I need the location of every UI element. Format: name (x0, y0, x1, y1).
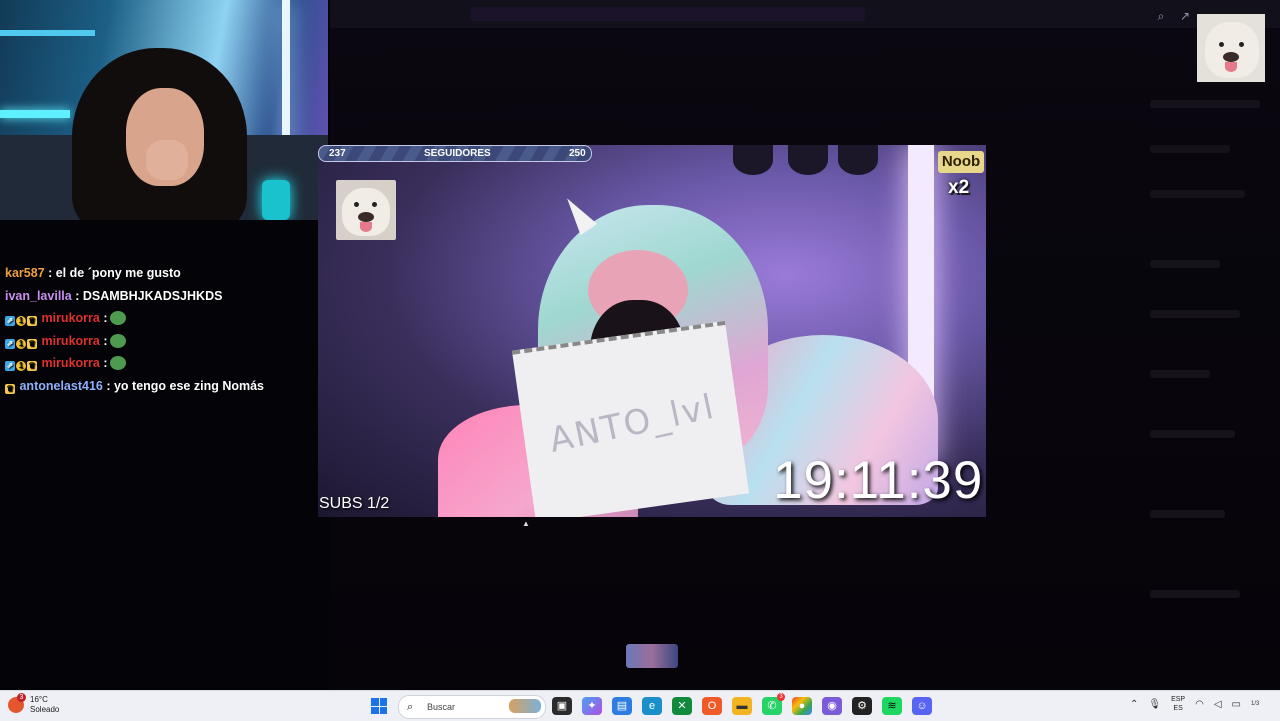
chat-message: kar587 : el de ´pony me gusto (5, 266, 181, 280)
prime-badge-icon: ⇗ (5, 316, 15, 326)
steam-icon[interactable]: ⚙ (852, 697, 872, 715)
followers-goal: 250 (569, 148, 586, 159)
xbox-icon[interactable]: ✕ (672, 697, 692, 715)
chat-message: ⇗ 1 ♛ mirukorra : (0, 307, 318, 330)
spotify-icon[interactable]: ≋ (882, 697, 902, 715)
chat-message: ♛ antonelast416 : yo tengo ese zing Nomá… (5, 378, 264, 394)
search-icon: ⌕ (407, 700, 414, 713)
zoom-icon[interactable]: ⌕ (1153, 8, 1169, 24)
chat-message: ⇗ 1 ♛ mirukorra : (0, 330, 318, 353)
chat-username: antonelast416 (19, 378, 103, 393)
start-button[interactable] (371, 698, 387, 714)
share-icon[interactable]: ↗ (1177, 8, 1193, 24)
subs-counter: SUBS 1/2 (319, 495, 390, 512)
whatsapp-icon[interactable]: ✆ 3 (762, 693, 785, 715)
pepe-emote-icon (110, 311, 127, 325)
chat-username: mirukorra (41, 356, 100, 370)
folder-icon[interactable]: ▬ (732, 697, 752, 715)
sign-paper: ANTO_lvl (511, 320, 750, 517)
window-preview-thumbnail[interactable] (626, 644, 678, 668)
dog-thumbnail (1197, 14, 1265, 82)
noob-badge: Noob (938, 151, 984, 173)
chat-username: kar587 (5, 266, 45, 280)
notification-badge: 3 (17, 693, 26, 702)
prime-badge-icon: ⇗ (5, 361, 15, 371)
crown-badge-icon: ♛ (27, 316, 37, 326)
prime-badge-icon: ⇗ (5, 338, 15, 349)
bits-badge-icon: 1 (16, 338, 26, 349)
taskbar-search[interactable]: ⌕ Buscar (398, 695, 546, 719)
weather-temperature: 16°C (30, 695, 48, 704)
chrome-icon[interactable]: ● (792, 697, 812, 715)
chat-message: ⇗ 1 ♛ mirukorra : (0, 352, 318, 375)
weather-icon: 3 (8, 693, 26, 713)
microphone-icon[interactable]: 🎙 (1148, 699, 1161, 710)
background-side-list (1150, 90, 1270, 650)
followers-goal-bar: 237 SEGUIDORES 250 (318, 145, 592, 162)
multiplier-label: x2 (948, 177, 970, 198)
background-banner (470, 7, 865, 21)
keyboard-layout: ES (1173, 705, 1183, 712)
bits-badge-icon: 1 (16, 361, 26, 371)
chat-overlay: kar587 : el de ´pony me gusto ivan_lavil… (0, 262, 318, 397)
volume-icon[interactable]: ◁ (1214, 699, 1222, 710)
taskbar: 3 16°C Soleado ⌕ Buscar ▣ ✦ ▤ e ✕ O ▬ ✆ 3… (0, 690, 1280, 721)
wifi-icon[interactable]: ◠ (1195, 699, 1204, 710)
edge-icon[interactable]: e (642, 697, 662, 715)
page-indicator: 1/3 (1251, 701, 1260, 707)
search-highlight-icon (509, 699, 541, 713)
obs-icon[interactable]: ◉ (822, 697, 842, 715)
sign-text: ANTO_lvl (545, 386, 719, 461)
crown-badge-icon: ♛ (27, 338, 37, 349)
crown-badge-icon: ♛ (5, 383, 15, 394)
chat-username: mirukorra (41, 311, 100, 325)
copilot-icon[interactable]: ✦ (582, 697, 602, 715)
bits-badge-icon: 1 (16, 316, 26, 326)
crown-badge-icon: ♛ (27, 361, 37, 371)
weather-widget[interactable]: 3 16°C Soleado (8, 693, 60, 715)
cursor-icon: ▲ (522, 519, 530, 528)
chevron-up-icon[interactable]: ⌃ (1130, 699, 1138, 710)
pinned-apps: ▣ ✦ ▤ e ✕ O ▬ ✆ 3 ● ◉ ⚙ ≋ ☺ (552, 693, 932, 715)
topright-toolbar: ⌕ ↗ (1153, 8, 1193, 24)
weather-description: Soleado (30, 705, 60, 714)
followers-label: SEGUIDORES (424, 148, 491, 159)
stream-clock: 19:11:39 (773, 451, 984, 510)
chat-text: yo tengo ese zing Nomás (113, 378, 264, 393)
store-icon[interactable]: ▤ (612, 697, 632, 715)
discord-icon[interactable]: ☺ (912, 697, 932, 715)
opera-icon[interactable]: O (702, 697, 722, 715)
battery-icon[interactable]: ▭ (1232, 699, 1241, 710)
stream-video: ANTO_lvl 237 SEGUIDORES 250 Noob x2 19:1… (318, 145, 986, 517)
chat-username: mirukorra (41, 333, 100, 348)
dog-avatar (336, 180, 396, 240)
chat-message: ivan_lavilla : DSAMBHJKADSJHKDS (5, 288, 223, 303)
search-placeholder: Buscar (427, 702, 456, 712)
task-view-icon[interactable]: ▣ (552, 697, 572, 715)
system-tray: ⌃ 🎙 ESP ES ◠ ◁ ▭ 1/3 (1130, 695, 1259, 713)
followers-current: 237 (329, 148, 346, 159)
chat-username: ivan_lavilla (5, 288, 72, 303)
language-indicator[interactable]: ESP ES (1171, 695, 1185, 713)
chat-text: DSAMBHJKADSJHKDS (82, 288, 223, 303)
pepe-emote-icon (110, 356, 127, 370)
pepe-emote-icon (110, 333, 127, 348)
language-code: ESP (1171, 696, 1186, 703)
chat-text: el de ´pony me gusto (55, 266, 181, 280)
webcam-feed (0, 0, 328, 220)
